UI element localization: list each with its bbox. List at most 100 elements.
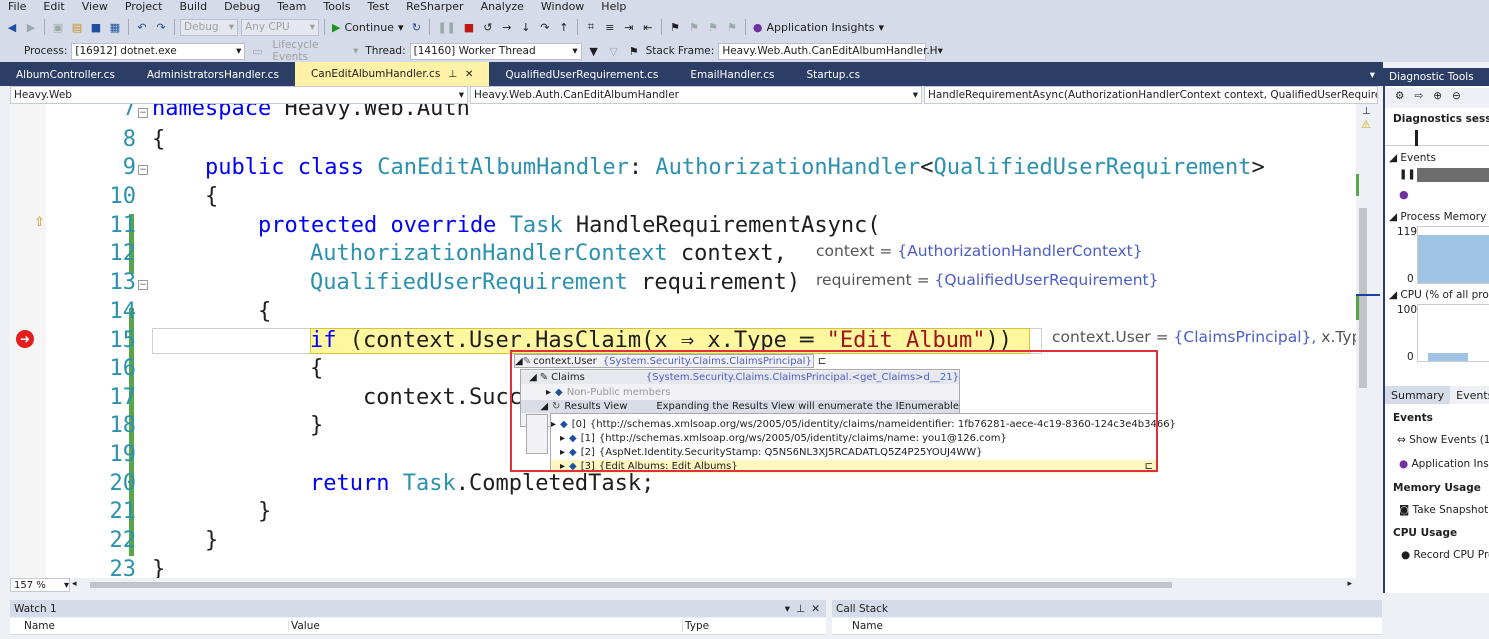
menu-help[interactable]: Help: [593, 0, 635, 14]
application-insights-button[interactable]: ● Application Insights ▾: [751, 18, 886, 36]
show-events-link[interactable]: ⇔ Show Events (1: [1385, 434, 1489, 446]
undo-icon[interactable]: ↶: [134, 18, 150, 36]
collapse-icon[interactable]: −: [138, 280, 148, 290]
bookmark-icon[interactable]: ⚑: [667, 18, 683, 36]
indent-icon[interactable]: ⇥: [621, 18, 637, 36]
breakpoint-arrow-icon[interactable]: ➜: [16, 330, 34, 348]
thread-select[interactable]: [14160] Worker Thread ▾: [409, 42, 582, 60]
stack-frame-select[interactable]: Heavy.Web.Auth.CanEditAlbumHandler.H ▾: [718, 42, 943, 60]
menu-resharper[interactable]: ReSharper: [398, 0, 472, 14]
lifecycle-events-select[interactable]: Lifecycle Events ▾: [269, 39, 361, 63]
hex-icon[interactable]: ⌗: [583, 18, 599, 36]
tab-administrators-handler[interactable]: AdministratorsHandler.cs: [131, 64, 295, 86]
menu-build[interactable]: Build: [171, 0, 216, 14]
menu-file[interactable]: File: [0, 0, 35, 14]
close-icon[interactable]: ✕: [465, 69, 473, 80]
collapse-icon[interactable]: −: [138, 165, 148, 175]
pin-icon[interactable]: ⊥: [448, 69, 457, 80]
stop-icon[interactable]: ■: [461, 18, 477, 36]
tab-email-handler[interactable]: EmailHandler.cs: [674, 64, 790, 86]
lifecycle-events-icon[interactable]: ▭: [249, 42, 265, 60]
tab-can-edit-album-handler[interactable]: CanEditAlbumHandler.cs ⊥ ✕: [294, 62, 490, 86]
code-editor[interactable]: ➜ ⇧ − − − 7 8 9 10 11 12 13 14 15 16 17 …: [10, 104, 1356, 578]
callstack-col-name[interactable]: Name: [852, 620, 883, 632]
tab-qualified-user-requirement[interactable]: QualifiedUserRequirement.cs: [489, 64, 674, 86]
menu-window[interactable]: Window: [533, 0, 593, 14]
save-all-icon[interactable]: ▦: [107, 18, 123, 36]
continue-button[interactable]: ▶ Continue ▾: [330, 18, 405, 36]
tab-summary[interactable]: Summary: [1385, 386, 1451, 404]
tab-startup[interactable]: Startup.cs: [790, 64, 876, 86]
member-dropdown[interactable]: HandleRequirementAsync(AuthorizationHand…: [924, 86, 1378, 104]
gear-icon[interactable]: ⚙: [1395, 90, 1404, 106]
record-cpu-button[interactable]: ● Record CPU Pro: [1385, 549, 1489, 561]
collapse-icon[interactable]: ◢: [1389, 211, 1400, 223]
chevron-down-icon: ▾: [228, 21, 234, 33]
scroll-right-icon[interactable]: ▸: [1347, 579, 1352, 589]
watch-col-value[interactable]: Value: [288, 620, 320, 632]
dropdown-icon[interactable]: ▾: [785, 603, 790, 615]
clear-bookmark-icon[interactable]: ⚑: [724, 18, 740, 36]
menu-team[interactable]: Team: [269, 0, 315, 14]
back-icon[interactable]: ◀: [4, 18, 20, 36]
tab-events[interactable]: Events: [1450, 386, 1489, 404]
scroll-thumb[interactable]: [90, 582, 1172, 588]
close-icon[interactable]: ✕: [811, 603, 820, 615]
take-snapshot-button[interactable]: ◙ Take Snapshot: [1385, 504, 1489, 516]
menu-analyze[interactable]: Analyze: [473, 0, 533, 14]
export-icon[interactable]: ⇨: [1414, 90, 1423, 106]
collapse-icon[interactable]: ◢: [1389, 289, 1400, 301]
scroll-thumb[interactable]: [1359, 208, 1367, 388]
step-into-icon[interactable]: ↓: [518, 18, 534, 36]
tab-overflow-icon[interactable]: ▾: [1362, 64, 1383, 86]
open-icon[interactable]: ▤: [69, 18, 85, 36]
new-project-icon[interactable]: ▣: [50, 18, 66, 36]
line-number: 19: [109, 442, 137, 467]
menu-view[interactable]: View: [74, 0, 117, 14]
pin-icon[interactable]: ⊥: [796, 603, 805, 615]
scroll-left-icon[interactable]: ◂: [72, 579, 77, 589]
collapse-icon[interactable]: ◢: [1389, 152, 1400, 164]
horizontal-scrollbar[interactable]: ◂ ▸: [70, 578, 1356, 592]
redo-icon[interactable]: ↷: [153, 18, 169, 36]
step-over-icon[interactable]: ↷: [537, 18, 553, 36]
zoom-out-icon[interactable]: ⊖: [1452, 90, 1461, 106]
step-out-icon[interactable]: ↑: [556, 18, 572, 36]
prev-bookmark-icon[interactable]: ⚑: [686, 18, 702, 36]
inline-value-context[interactable]: context = {AuthorizationHandlerContext}: [816, 242, 1143, 260]
format-icon[interactable]: ≡: [602, 18, 618, 36]
menu-project[interactable]: Project: [117, 0, 172, 14]
save-icon[interactable]: ■: [88, 18, 104, 36]
filter-icon[interactable]: ▼: [586, 42, 602, 60]
menu-debug[interactable]: Debug: [216, 0, 269, 14]
next-bookmark-icon[interactable]: ⚑: [705, 18, 721, 36]
process-select[interactable]: [16912] dotnet.exe ▾: [71, 42, 246, 60]
show-next-statement-icon[interactable]: →: [499, 18, 515, 36]
restart-icon[interactable]: ↺: [480, 18, 496, 36]
project-dropdown[interactable]: Heavy.Web ▾: [10, 86, 468, 104]
outdent-icon[interactable]: ⇤: [640, 18, 656, 36]
pause-icon[interactable]: ❚❚: [435, 18, 457, 36]
zoom-in-icon[interactable]: ⊕: [1433, 90, 1442, 106]
watch-col-name[interactable]: Name: [24, 620, 55, 632]
zoom-select[interactable]: 157 % ▾: [10, 578, 70, 592]
split-icon[interactable]: ⊥: [1362, 106, 1371, 117]
forward-icon[interactable]: ▶: [23, 18, 39, 36]
inline-value-user[interactable]: context.User = {ClaimsPrincipal}, x.Type…: [1052, 328, 1356, 346]
platform-select[interactable]: Any CPU ▾: [241, 18, 319, 36]
tab-album-controller[interactable]: AlbumController.cs: [0, 64, 131, 86]
flag-threads-icon[interactable]: ⚑: [626, 42, 642, 60]
refresh-icon[interactable]: ↻: [408, 18, 424, 36]
menu-tools[interactable]: Tools: [315, 0, 359, 14]
menu-edit[interactable]: Edit: [35, 0, 73, 14]
configuration-select[interactable]: Debug ▾: [180, 18, 238, 36]
collapse-icon[interactable]: −: [138, 108, 148, 118]
class-dropdown[interactable]: Heavy.Web.Auth.CanEditAlbumHandler ▾: [470, 86, 922, 104]
vertical-scrollbar[interactable]: ⊥ ⚠: [1356, 104, 1380, 578]
codelens-override-icon[interactable]: ⇧: [34, 215, 45, 230]
menu-test[interactable]: Test: [359, 0, 398, 14]
watch-col-type[interactable]: Type: [682, 620, 709, 632]
inline-value-requirement[interactable]: requirement = {QualifiedUserRequirement}: [816, 271, 1159, 289]
application-insights-link[interactable]: ● Application Insi: [1385, 458, 1489, 470]
filter-clear-icon[interactable]: ▽: [606, 42, 622, 60]
